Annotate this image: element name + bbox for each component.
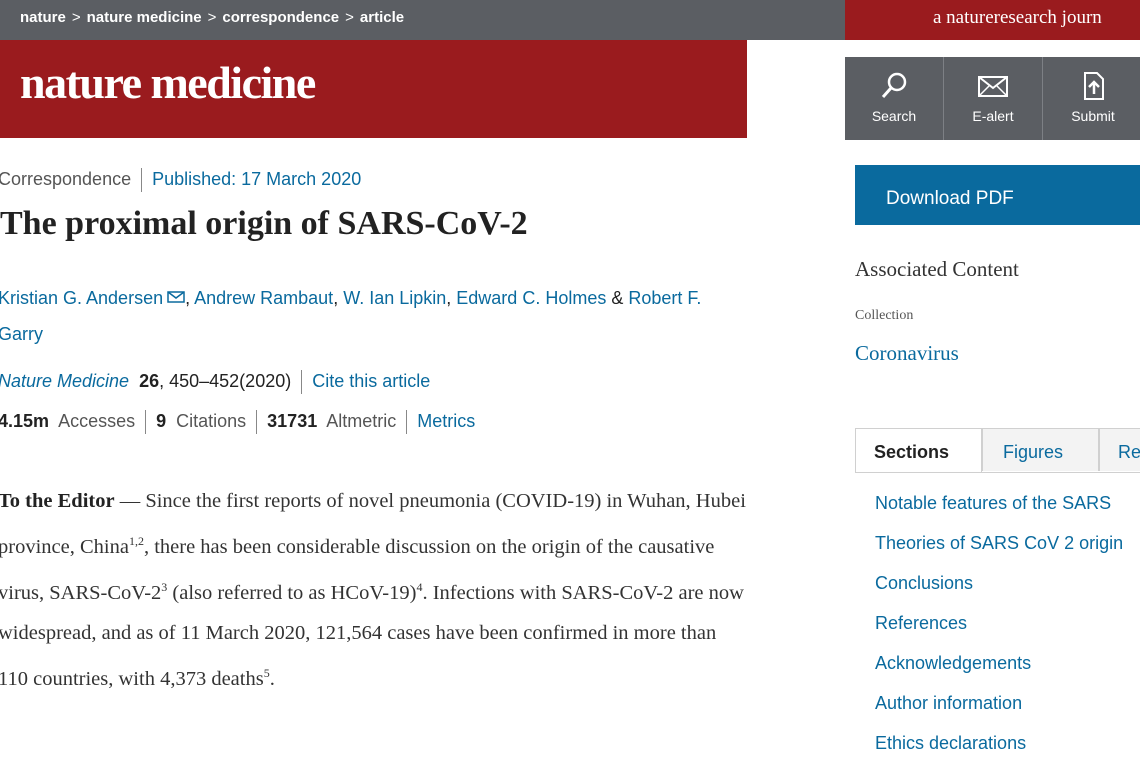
altmetric-score: 31731 [267, 410, 318, 431]
upload-icon [1084, 72, 1104, 100]
divider [141, 168, 143, 192]
coronavirus-collection-link[interactable]: Coronavirus [855, 341, 959, 366]
associated-content-heading: Associated Content [855, 257, 1019, 281]
reference-link[interactable]: 1,2 [129, 534, 144, 548]
metrics-link[interactable]: Metrics [417, 411, 475, 431]
article-body: To the Editor — Since the first reports … [0, 481, 748, 698]
natureresearch-banner: a natureresearch journ [845, 0, 1140, 40]
divider [256, 410, 258, 434]
e-alert-label: E-alert [972, 108, 1014, 124]
article-meta: Correspondence Published: 17 March 2020 [0, 168, 361, 192]
tool-buttons: Search E-alert Submit [845, 57, 1140, 140]
pages: , 450–452(2020) [159, 370, 292, 391]
email-icon[interactable] [167, 291, 185, 303]
altmetric-label: Altmetric [326, 410, 397, 431]
author-link[interactable]: W. Ian Lipkin [343, 288, 446, 308]
divider [406, 410, 408, 434]
citations-label: Citations [176, 410, 247, 431]
breadcrumb: nature > nature medicine > correspondence > ar… [20, 9, 404, 26]
accesses-count: 4.15m [0, 410, 50, 431]
breadcrumb-article: article [359, 9, 405, 26]
body-text: . [269, 667, 275, 690]
sidebar-tabs: Sections Figures Ref [855, 428, 1140, 473]
accesses-label: Accesses [58, 410, 136, 431]
e-alert-button[interactable]: E-alert [944, 57, 1043, 140]
journal-name: Nature Medicine [0, 370, 130, 391]
article-type: Correspondence [0, 168, 132, 189]
sections-list: Notable features of the SARS Theories of… [875, 493, 1123, 773]
search-label: Search [871, 108, 917, 124]
breadcrumb-nature-medicine[interactable]: nature medicine [87, 9, 202, 26]
divider [145, 410, 147, 434]
masthead: nature medicine [0, 40, 747, 138]
divider [301, 370, 303, 394]
lead-in: To the Editor [0, 490, 115, 512]
metrics-line: 4.15m Accesses 9 Citations 31731 Altmetric… [0, 410, 475, 434]
author-link[interactable]: Edward C. Holmes [456, 288, 606, 308]
tab-figures[interactable]: Figures [982, 428, 1099, 471]
section-link[interactable]: Notable features of the SARS [875, 493, 1123, 533]
cite-this-article-link[interactable]: Cite this article [312, 371, 430, 391]
published-date: Published: 17 March 2020 [152, 168, 362, 189]
section-link[interactable]: References [875, 613, 1123, 653]
natureresearch-tagline: a natureresearch journ [933, 7, 1102, 28]
citation-line: Nature Medicine 26, 450–452(2020) Cite th… [0, 370, 430, 394]
search-button[interactable]: Search [845, 57, 944, 140]
body-text: (also referred to as HCoV-19) [167, 581, 417, 604]
breadcrumb-nature[interactable]: nature [20, 9, 66, 26]
chevron-right-icon: > [71, 9, 81, 26]
dash: — [114, 490, 146, 512]
submit-button[interactable]: Submit [1044, 57, 1140, 140]
submit-label: Submit [1071, 108, 1115, 124]
section-link[interactable]: Theories of SARS CoV 2 origin [875, 533, 1123, 573]
section-link[interactable]: Ethics declarations [875, 733, 1123, 773]
author-link[interactable]: Andrew Rambaut [194, 288, 333, 308]
section-link[interactable]: Conclusions [875, 573, 1123, 613]
author-list: Kristian G. Andersen, Andrew Rambaut, W.… [0, 288, 702, 344]
section-link[interactable]: Acknowledgements [875, 653, 1123, 693]
envelope-icon [978, 76, 1008, 97]
volume: 26 [139, 370, 160, 391]
journal-logo[interactable]: nature medicine [20, 56, 316, 109]
chevron-right-icon: > [345, 9, 354, 26]
author-link[interactable]: Kristian G. Andersen [0, 288, 163, 308]
chevron-right-icon: > [207, 9, 217, 26]
tab-references[interactable]: Ref [1099, 428, 1140, 471]
collection-label: Collection [855, 308, 914, 323]
search-icon [881, 72, 907, 98]
article-title: The proximal origin of SARS-CoV-2 [0, 205, 528, 242]
section-link[interactable]: Author information [875, 693, 1123, 733]
tab-sections[interactable]: Sections [855, 428, 982, 472]
download-pdf-button[interactable]: Download PDF [855, 165, 1140, 225]
breadcrumb-correspondence[interactable]: correspondence [222, 9, 339, 26]
citations-count: 9 [156, 410, 167, 431]
